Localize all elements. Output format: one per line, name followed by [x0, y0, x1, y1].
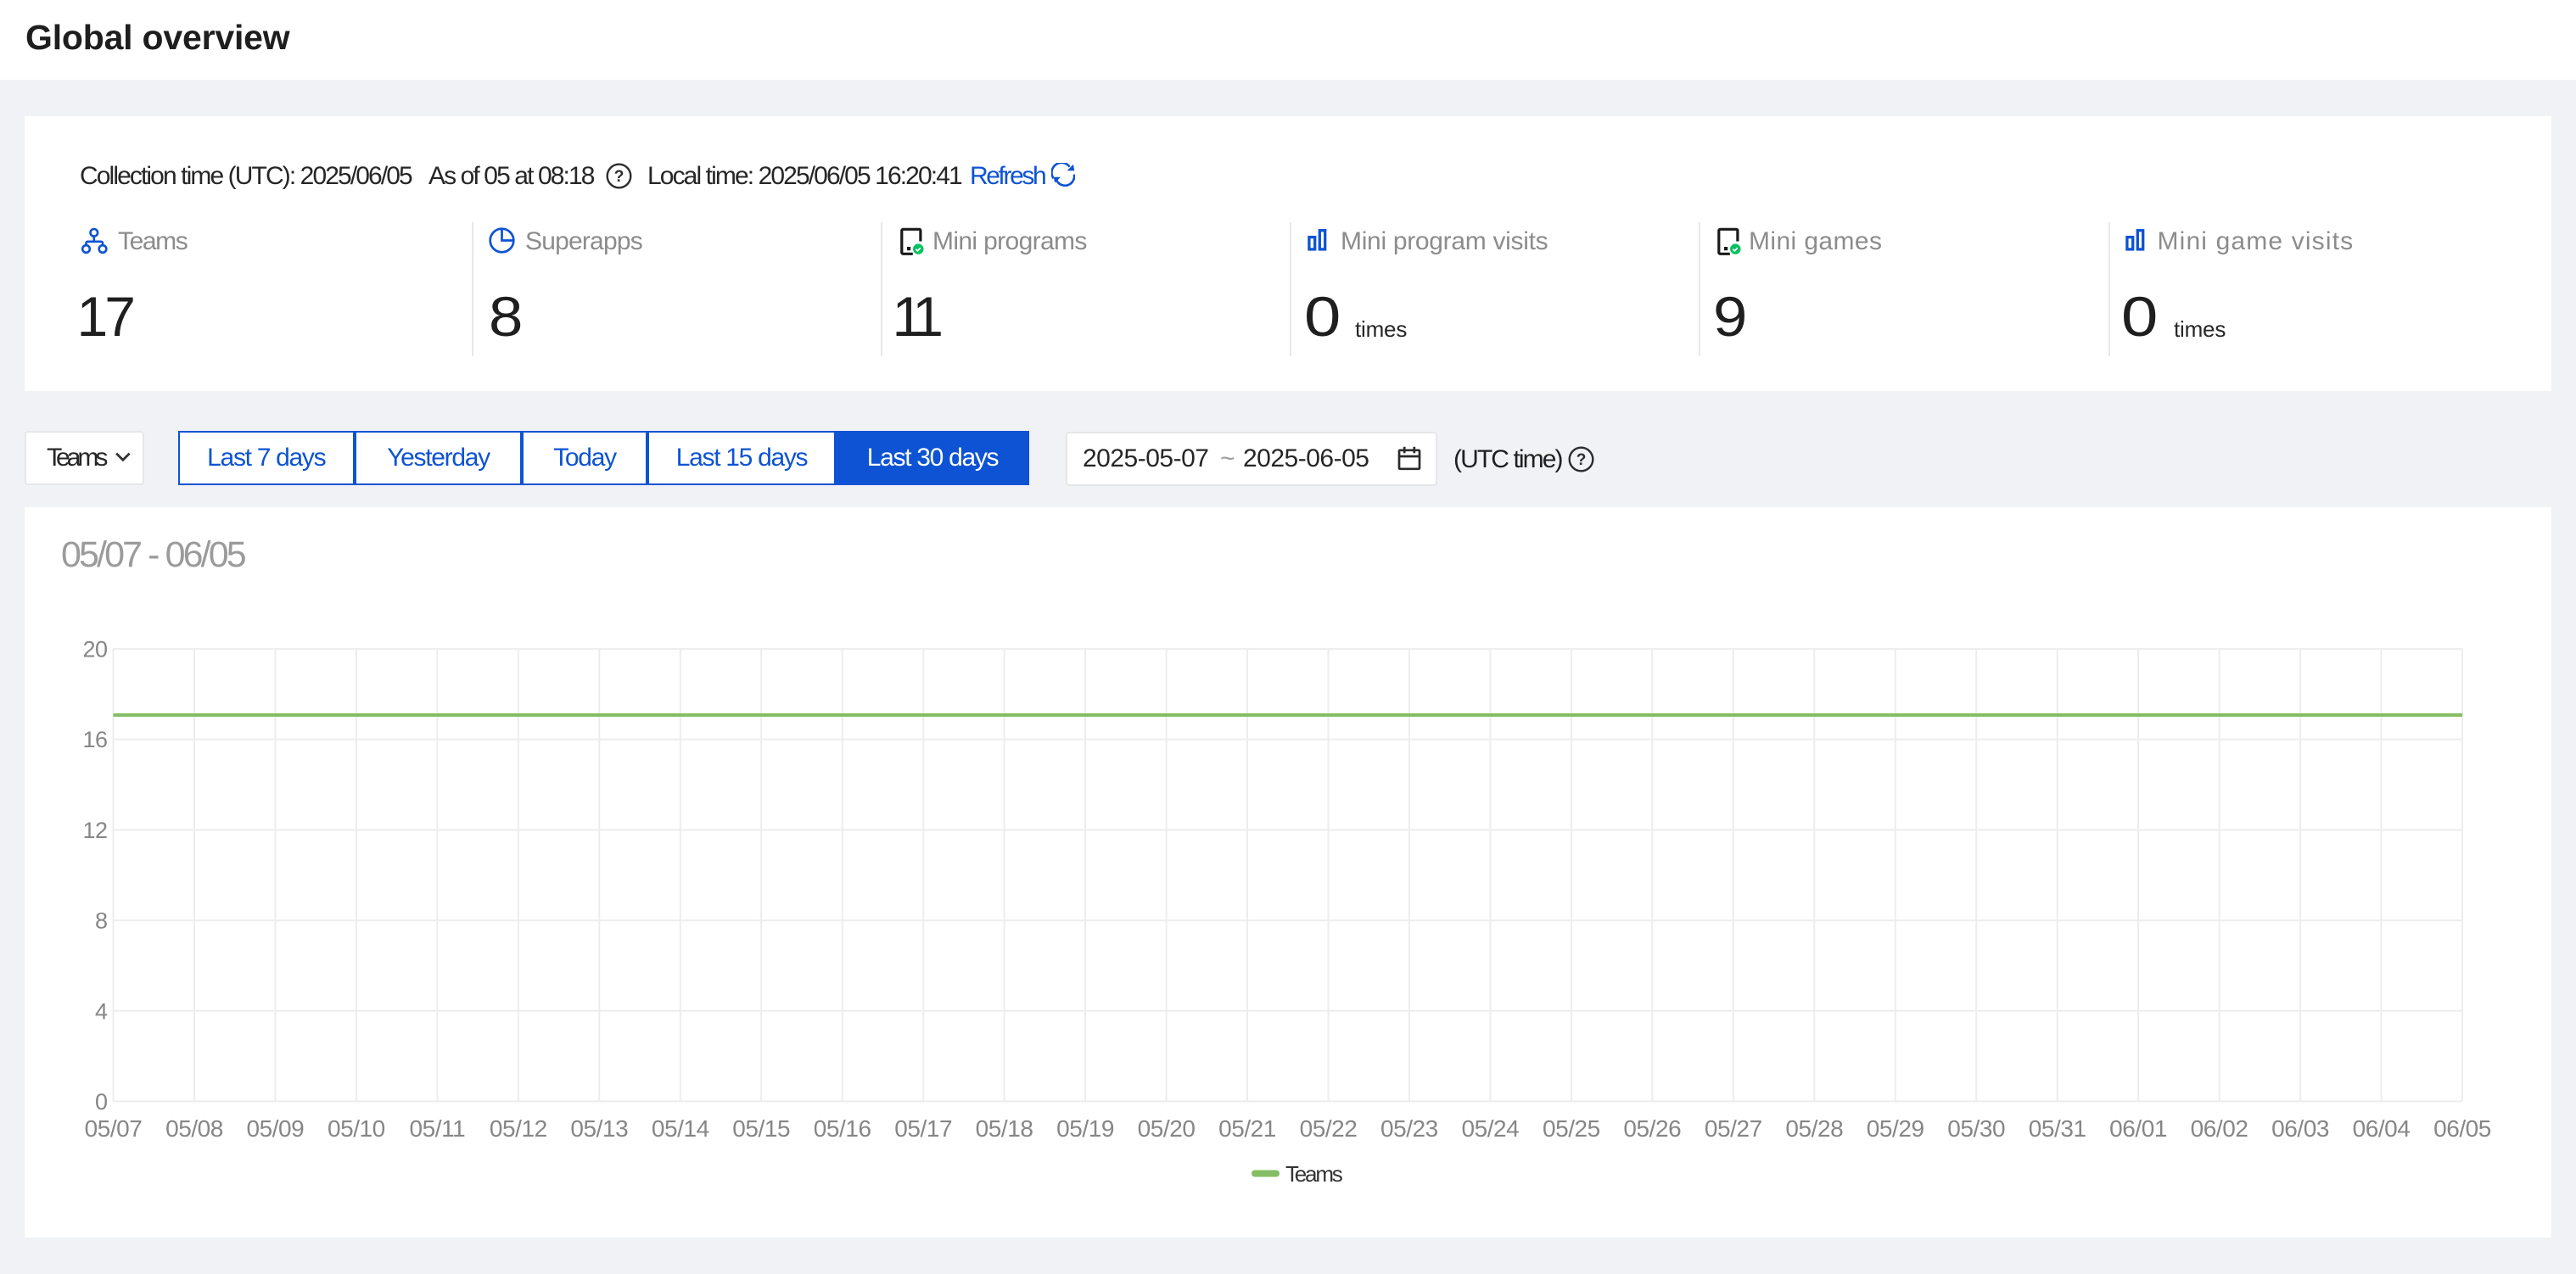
svg-text:05/21: 05/21 — [1218, 1115, 1276, 1142]
svg-text:05/11: 05/11 — [410, 1115, 466, 1142]
svg-text:06/05: 06/05 — [2433, 1115, 2491, 1142]
svg-text:05/20: 05/20 — [1138, 1115, 1196, 1142]
svg-text:06/03: 06/03 — [2271, 1115, 2329, 1142]
svg-text:05/28: 05/28 — [1785, 1115, 1843, 1142]
svg-text:?: ? — [614, 168, 624, 186]
svg-text:05/26: 05/26 — [1623, 1115, 1681, 1142]
svg-text:05/09: 05/09 — [246, 1115, 304, 1142]
svg-text:05/13: 05/13 — [570, 1115, 628, 1142]
svg-text:05/31: 05/31 — [2029, 1115, 2086, 1142]
svg-text:05/10: 05/10 — [328, 1115, 385, 1142]
svg-text:?: ? — [1576, 451, 1587, 469]
svg-text:05/27: 05/27 — [1705, 1115, 1762, 1142]
svg-text:05/22: 05/22 — [1300, 1115, 1358, 1142]
svg-text:Teams: Teams — [1285, 1161, 1343, 1187]
svg-text:05/14: 05/14 — [652, 1115, 709, 1142]
svg-text:06/01: 06/01 — [2109, 1115, 2167, 1142]
svg-text:06/04: 06/04 — [2353, 1115, 2411, 1142]
svg-text:05/12: 05/12 — [490, 1115, 547, 1142]
svg-text:05/17: 05/17 — [894, 1115, 952, 1142]
svg-text:05/15: 05/15 — [732, 1115, 790, 1142]
svg-text:05/24: 05/24 — [1461, 1115, 1519, 1142]
svg-text:05/25: 05/25 — [1543, 1115, 1600, 1142]
svg-text:20: 20 — [82, 637, 107, 662]
svg-text:05/30: 05/30 — [1947, 1115, 2005, 1142]
svg-text:16: 16 — [82, 727, 107, 752]
svg-text:12: 12 — [82, 818, 107, 843]
svg-text:05/16: 05/16 — [814, 1115, 871, 1142]
svg-text:4: 4 — [95, 998, 108, 1024]
svg-text:05/18: 05/18 — [976, 1115, 1033, 1142]
svg-text:05/19: 05/19 — [1056, 1115, 1114, 1142]
svg-text:05/23: 05/23 — [1380, 1115, 1438, 1142]
svg-text:05/29: 05/29 — [1867, 1115, 1924, 1142]
svg-text:05/07: 05/07 — [85, 1115, 143, 1142]
svg-text:06/02: 06/02 — [2191, 1115, 2248, 1142]
svg-text:8: 8 — [95, 908, 108, 934]
svg-text:05/08: 05/08 — [165, 1115, 223, 1142]
svg-text:0: 0 — [95, 1089, 108, 1115]
